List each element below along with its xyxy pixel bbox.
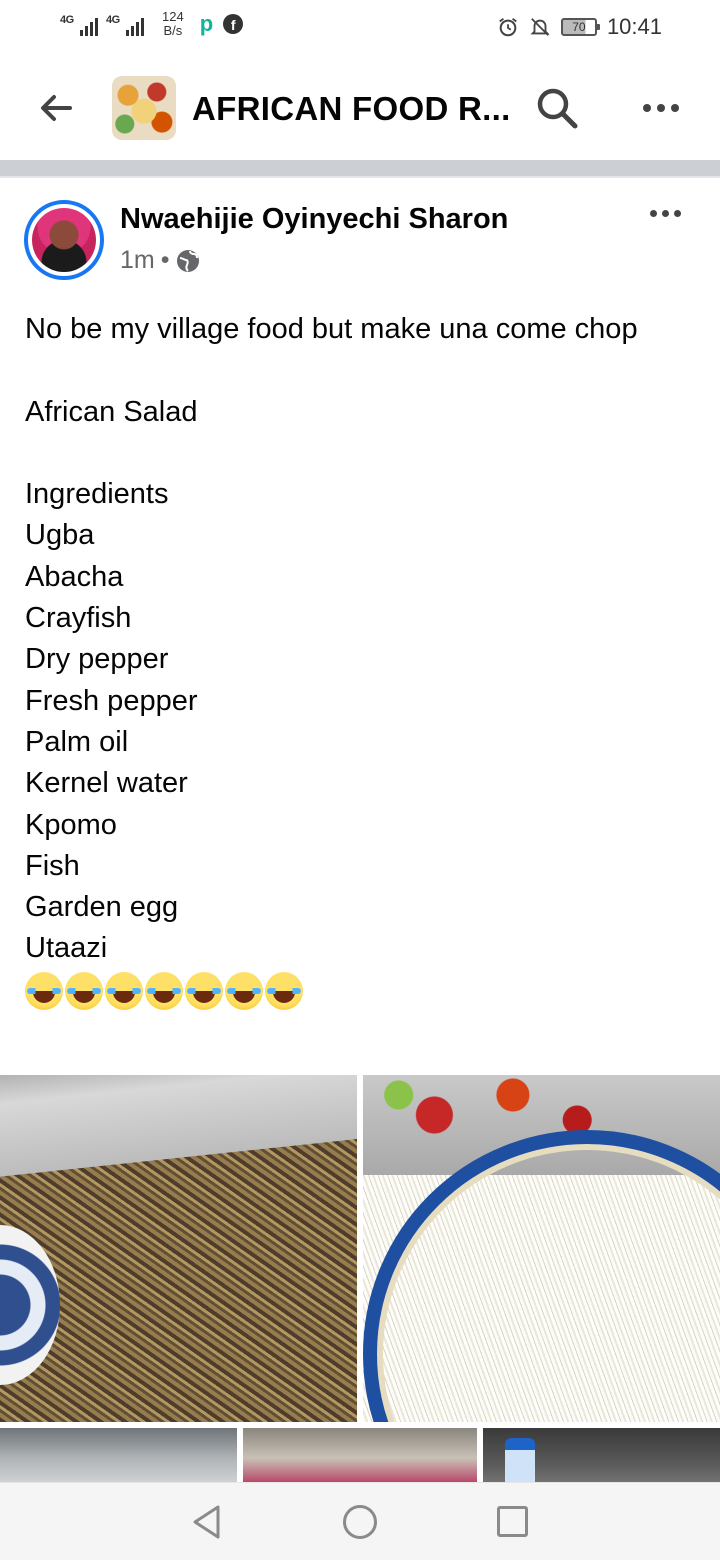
post-line: No be my village food but make una come … bbox=[25, 313, 638, 345]
post-line bbox=[25, 433, 695, 474]
post-photo-3[interactable] bbox=[0, 1428, 237, 1488]
mute-icon bbox=[530, 18, 550, 36]
status-bar: 4G 4G 124 B/s p f 70 10:41 bbox=[0, 0, 720, 58]
speed-value: 124 bbox=[162, 9, 184, 24]
alarm-icon bbox=[499, 18, 517, 37]
laughing-emoji-icon bbox=[65, 971, 103, 1010]
post-photo-ugba[interactable] bbox=[0, 1075, 357, 1422]
more-icon[interactable] bbox=[643, 100, 687, 116]
status-left: 4G 4G 124 B/s p f bbox=[60, 10, 244, 38]
post-meta: 1m • bbox=[120, 246, 200, 275]
post-line: Palm oil bbox=[25, 725, 129, 758]
post-line: African Salad bbox=[25, 395, 198, 428]
group-header: AFRICAN FOOD R... bbox=[0, 58, 720, 160]
clock: 10:41 bbox=[606, 14, 662, 39]
nav-home-icon[interactable] bbox=[343, 1505, 377, 1539]
post-photo-4[interactable] bbox=[243, 1428, 477, 1488]
post-line: Abacha bbox=[25, 560, 124, 593]
laughing-emoji-icon bbox=[265, 971, 303, 1010]
nav-recents-icon[interactable] bbox=[497, 1506, 528, 1537]
laughing-emoji-icon bbox=[145, 971, 183, 1010]
group-title[interactable]: AFRICAN FOOD R... bbox=[192, 90, 511, 128]
back-arrow-icon[interactable] bbox=[36, 88, 76, 128]
post-line: Ingredients bbox=[25, 478, 169, 511]
author-avatar[interactable] bbox=[24, 200, 104, 280]
post-photo-5[interactable] bbox=[483, 1428, 720, 1488]
laughing-emoji-icon bbox=[185, 971, 223, 1010]
network-type: 4G bbox=[60, 14, 74, 26]
battery-icon: 70 bbox=[560, 18, 600, 36]
nav-back-icon[interactable] bbox=[190, 1503, 224, 1541]
post-options-icon[interactable] bbox=[650, 210, 681, 217]
speed-unit: B/s bbox=[163, 23, 183, 38]
emoji-row bbox=[25, 971, 695, 1010]
post-line: Garden egg bbox=[25, 891, 179, 924]
network-type-2: 4G bbox=[106, 14, 120, 26]
signal-icon: 4G bbox=[60, 12, 98, 36]
section-divider bbox=[0, 160, 720, 178]
system-nav-bar bbox=[0, 1482, 720, 1560]
post-photo-abacha[interactable] bbox=[363, 1075, 720, 1422]
post-line: Ugba bbox=[25, 519, 95, 552]
status-right: 70 10:41 bbox=[497, 14, 662, 40]
signal-icon-2: 4G bbox=[106, 12, 144, 36]
post-line bbox=[25, 350, 695, 391]
network-speed: 124 B/s bbox=[162, 10, 184, 38]
post-line: Kpomo bbox=[25, 808, 117, 841]
post-line: Kernel water bbox=[25, 767, 188, 800]
laughing-emoji-icon bbox=[225, 971, 263, 1010]
battery-level: 70 bbox=[572, 20, 586, 34]
facebook-notification-icon: f bbox=[223, 14, 244, 34]
globe-icon bbox=[176, 249, 199, 272]
post-line: Dry pepper bbox=[25, 643, 169, 676]
post-line: Fish bbox=[25, 849, 80, 882]
author-name[interactable]: Nwaehijie Oyinyechi Sharon bbox=[120, 203, 508, 236]
post-line: Crayfish bbox=[25, 602, 132, 635]
group-cover-thumbnail[interactable] bbox=[112, 76, 176, 140]
post-line: Utaazi bbox=[25, 932, 108, 965]
meta-separator: • bbox=[160, 246, 170, 274]
laughing-emoji-icon bbox=[25, 971, 63, 1010]
post-text: No be my village food but make una come … bbox=[25, 309, 695, 1010]
post-line: Fresh pepper bbox=[25, 684, 198, 717]
post-time[interactable]: 1m bbox=[120, 246, 155, 275]
search-icon[interactable] bbox=[535, 86, 579, 130]
app-notification-icon: p bbox=[199, 11, 214, 36]
laughing-emoji-icon bbox=[105, 971, 143, 1010]
